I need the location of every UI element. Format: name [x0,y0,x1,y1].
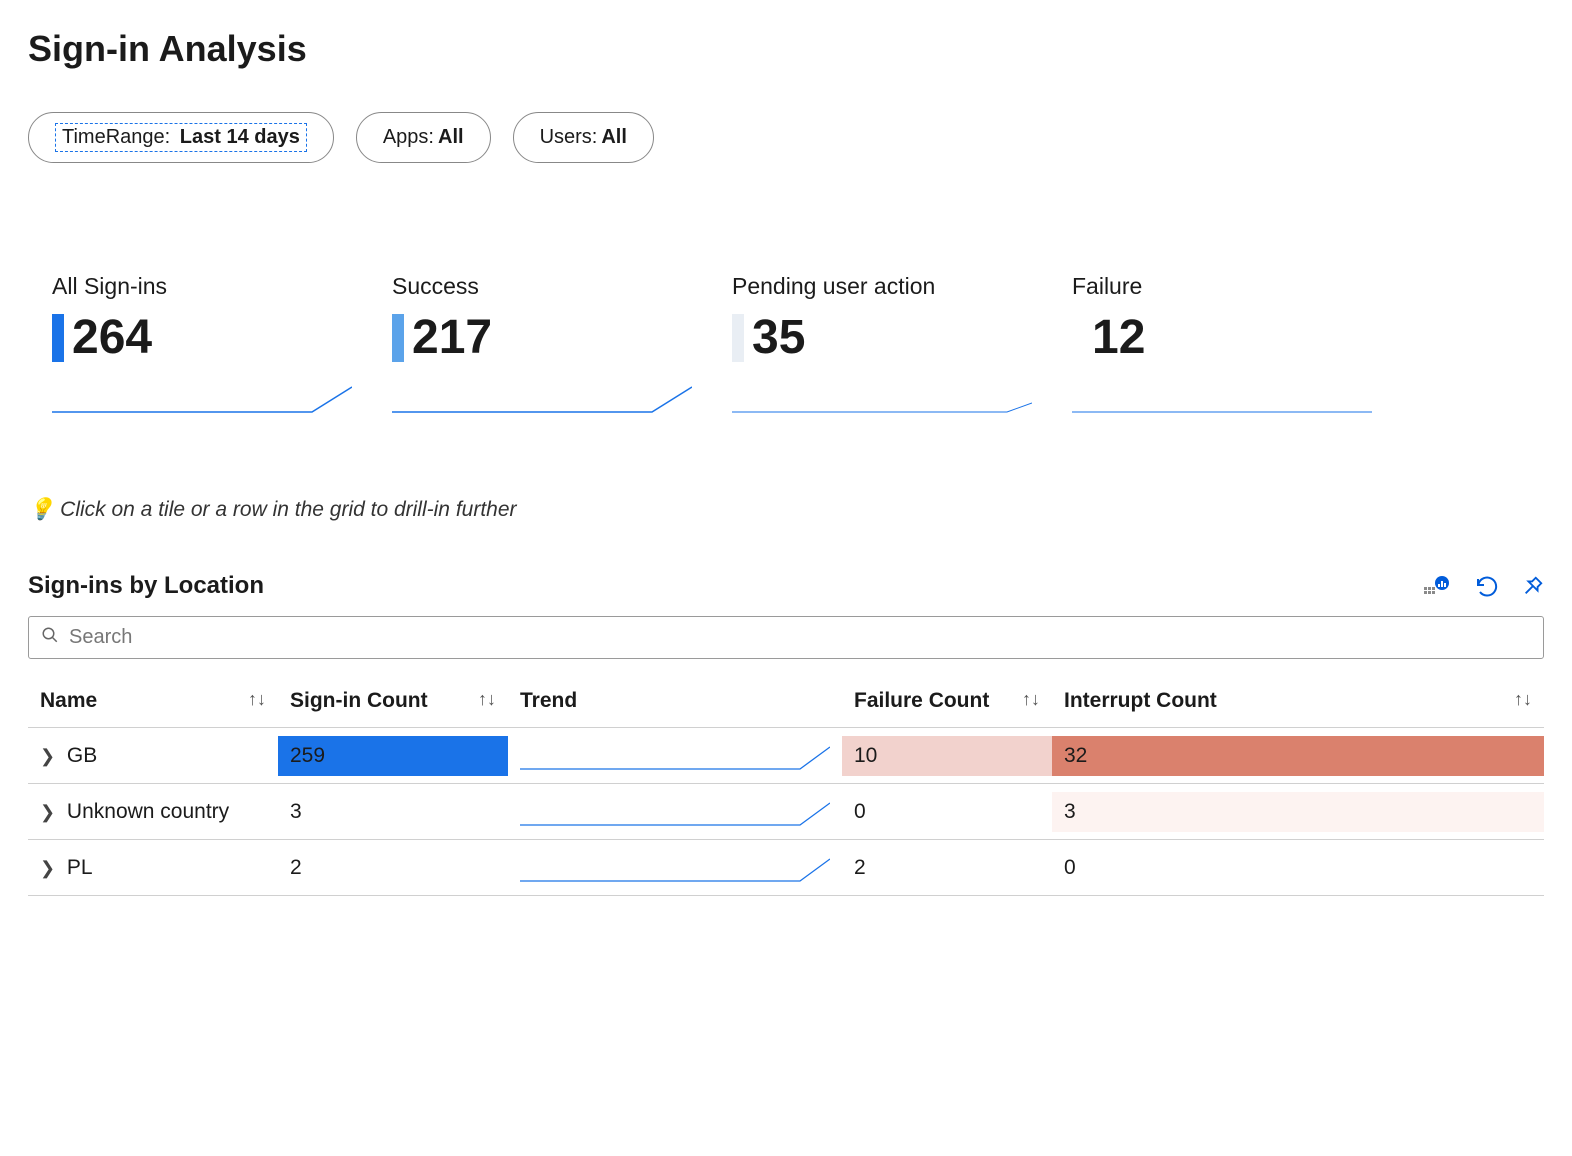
col-interrupt-count[interactable]: Interrupt Count ↑↓ [1052,675,1544,728]
lightbulb-icon: 💡 [28,498,54,522]
tile-label: Success [392,273,692,300]
filter-apps-label: Apps: [383,126,434,149]
col-name[interactable]: Name ↑↓ [28,675,278,728]
cell-signin-count: 259 [278,728,508,784]
col-trend[interactable]: Trend [508,675,842,728]
tile-failure[interactable]: Failure 12 [1072,273,1372,418]
filter-users-label: Users: [540,126,598,149]
tile-value: 217 [412,310,492,365]
sort-icon: ↑↓ [248,689,266,710]
table-row[interactable]: ❯ Unknown country303 [28,784,1544,840]
sort-icon: ↑↓ [1514,689,1532,710]
insights-icon[interactable] [1424,575,1450,597]
search-input[interactable] [67,625,1531,650]
summary-tiles: All Sign-ins 264 Success 217 Pending use… [28,273,1544,418]
cell-interrupt-count: 32 [1052,728,1544,784]
cell-failure-count: 0 [842,784,1052,840]
tile-success[interactable]: Success 217 [392,273,692,418]
tile-value: 264 [72,310,152,365]
filter-timerange-value: Last 14 days [180,126,300,148]
cell-signin-count: 2 [278,840,508,896]
filter-users[interactable]: Users: All [513,112,654,163]
filter-bar: TimeRange: Last 14 days Apps: All Users:… [28,112,1544,163]
tile-bar-icon [392,314,404,362]
filter-users-value: All [601,126,627,149]
sort-icon: ↑↓ [1022,689,1040,710]
cell-name: ❯ GB [28,728,278,784]
sort-icon: ↑↓ [478,689,496,710]
search-box[interactable] [28,616,1544,659]
hint-text: Click on a tile or a row in the grid to … [60,498,516,522]
table-row[interactable]: ❯ GB259 1032 [28,728,1544,784]
hint-row: 💡 Click on a tile or a row in the grid t… [28,498,1544,522]
sparkline-icon [392,385,692,413]
tile-label: Failure [1072,273,1372,300]
sparkline-icon [52,385,352,413]
filter-apps-value: All [438,126,464,149]
cell-name: ❯ PL [28,840,278,896]
page-title: Sign-in Analysis [28,28,1544,70]
cell-trend [508,784,842,840]
tile-bar-icon [732,314,744,362]
cell-interrupt-count: 3 [1052,784,1544,840]
tile-bar-icon [52,314,64,362]
tile-value: 35 [752,310,805,365]
sparkline-icon [1072,385,1372,413]
section-title: Sign-ins by Location [28,572,264,600]
tile-pending[interactable]: Pending user action 35 [732,273,1032,418]
cell-trend [508,728,842,784]
undo-icon[interactable] [1474,574,1498,598]
cell-failure-count: 2 [842,840,1052,896]
pin-icon[interactable] [1522,575,1544,597]
tile-all-signins[interactable]: All Sign-ins 264 [52,273,352,418]
col-signin-count[interactable]: Sign-in Count ↑↓ [278,675,508,728]
col-failure-count[interactable]: Failure Count ↑↓ [842,675,1052,728]
cell-name: ❯ Unknown country [28,784,278,840]
search-icon [41,626,59,649]
chevron-right-icon[interactable]: ❯ [40,858,55,878]
location-table: Name ↑↓ Sign-in Count ↑↓ Trend Failure C… [28,675,1544,896]
cell-signin-count: 3 [278,784,508,840]
tile-label: All Sign-ins [52,273,352,300]
tile-bar-icon [1072,314,1084,362]
tile-label: Pending user action [732,273,1032,300]
cell-failure-count: 10 [842,728,1052,784]
chevron-right-icon[interactable]: ❯ [40,746,55,766]
cell-trend [508,840,842,896]
cell-interrupt-count: 0 [1052,840,1544,896]
sparkline-icon [732,385,1032,413]
chevron-right-icon[interactable]: ❯ [40,802,55,822]
tile-value: 12 [1092,310,1145,365]
filter-apps[interactable]: Apps: All [356,112,491,163]
filter-timerange[interactable]: TimeRange: Last 14 days [28,112,334,163]
table-row[interactable]: ❯ PL220 [28,840,1544,896]
filter-timerange-label: TimeRange: [62,126,170,148]
